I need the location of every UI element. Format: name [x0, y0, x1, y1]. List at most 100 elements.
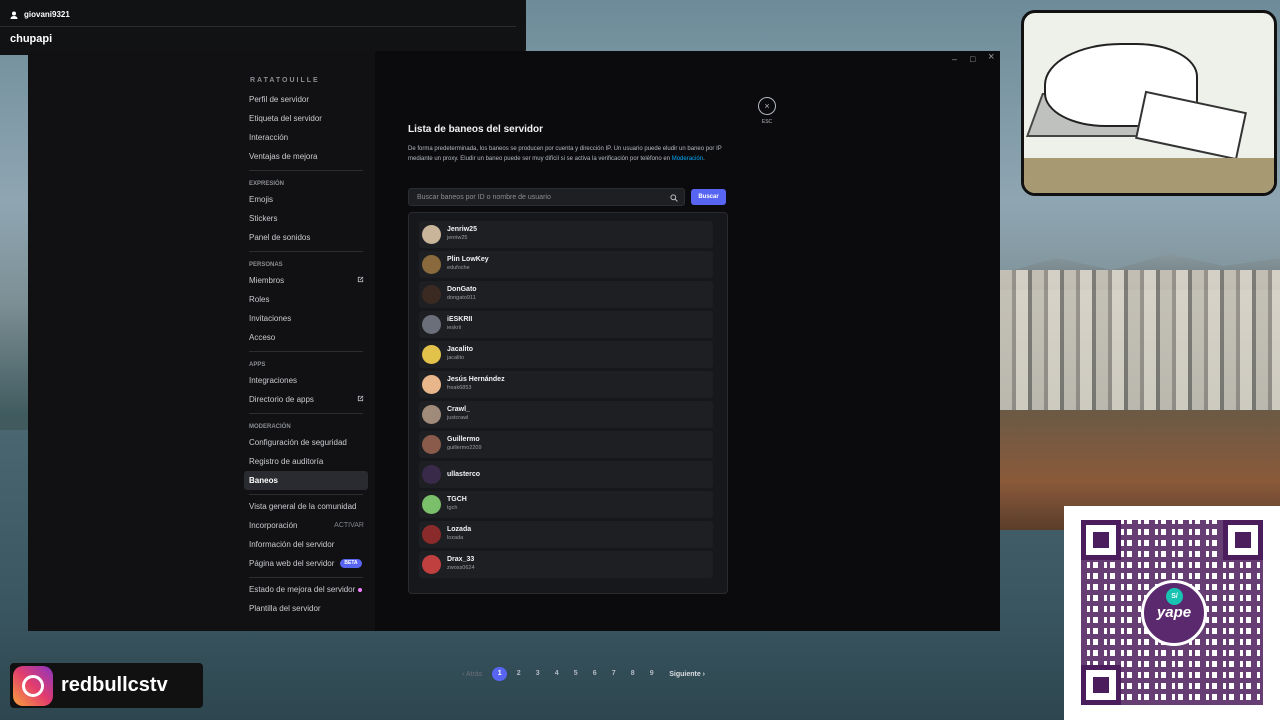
sidebar-item-informacion[interactable]: Información del servidor — [244, 535, 368, 554]
avatar — [422, 255, 441, 274]
next-page-button[interactable]: Siguiente › — [669, 671, 705, 678]
sidebar-item-interaccion[interactable]: Interacción — [244, 128, 368, 147]
popup-name: chupapi — [10, 33, 53, 45]
pagination: ‹ Atrás 123456789 Siguiente › — [462, 667, 705, 681]
ban-row[interactable]: Drax_33 zwoss0624 — [419, 551, 713, 578]
sidebar-item-acceso[interactable]: Acceso — [244, 328, 368, 347]
search-button[interactable]: Buscar — [691, 189, 726, 205]
activar-label: ACTIVAR — [334, 522, 364, 529]
ban-row[interactable]: Jenriw25 jenriw25 — [419, 221, 713, 248]
esc-close[interactable]: × ESC — [758, 97, 776, 125]
ban-display-name: Jacalito — [447, 346, 474, 353]
settings-window: – □ × RATATOUILLE Perfil de servidor Eti… — [28, 51, 1000, 681]
sidebar-item-invitaciones[interactable]: Invitaciones — [244, 309, 368, 328]
search-input[interactable]: Buscar baneos por ID o nombre de usuario — [408, 188, 685, 206]
sidebar-item-etiqueta[interactable]: Etiqueta del servidor — [244, 109, 368, 128]
avatar — [422, 435, 441, 454]
sidebar-item-auditoria[interactable]: Registro de auditoría — [244, 452, 368, 471]
ban-row[interactable]: TGCH tgch — [419, 491, 713, 518]
ban-row[interactable]: Plin LowKey edufoche — [419, 251, 713, 278]
page-number-button[interactable]: 7 — [606, 667, 621, 681]
ban-row[interactable]: Lozada lozada — [419, 521, 713, 548]
maximize-button[interactable]: □ — [970, 54, 975, 64]
sidebar-category-personas: PERSONAS — [249, 262, 283, 268]
sidebar-divider — [249, 577, 363, 578]
page-number-button[interactable]: 4 — [549, 667, 564, 681]
avatar — [422, 405, 441, 424]
prev-page-button[interactable]: ‹ Atrás — [462, 671, 482, 678]
page-number-button[interactable]: 1 — [492, 667, 508, 681]
ban-row[interactable]: ullasterco — [419, 461, 713, 488]
ban-row[interactable]: iESKRII ieskrii — [419, 311, 713, 338]
sidebar-item-miembros[interactable]: Miembros — [244, 271, 368, 290]
popup-username: giovani9321 — [24, 10, 70, 19]
minimize-button[interactable]: – — [952, 54, 957, 64]
sidebar-item-estado-mejora[interactable]: Estado de mejora del servidor — [244, 580, 368, 599]
ban-list: Jenriw25 jenriw25 Plin LowKey edufoche DonGa… — [408, 212, 728, 594]
yape-text: yape — [1156, 604, 1192, 621]
ban-row[interactable]: DonGato dongato911 — [419, 281, 713, 308]
ban-row[interactable]: Crawl_ justcrawl — [419, 401, 713, 428]
sidebar-item-ventajas[interactable]: Ventajas de mejora — [244, 147, 368, 166]
overlay-strip — [1024, 158, 1274, 193]
sidebar-divider — [249, 413, 363, 414]
ban-display-name: Drax_33 — [447, 556, 475, 563]
ban-display-name: iESKRII — [447, 316, 473, 323]
ban-username: freak6853 — [447, 385, 472, 391]
external-link-icon — [357, 395, 364, 402]
qr-finder — [1081, 520, 1121, 560]
ban-display-name: Jenriw25 — [447, 226, 477, 233]
ban-username: edufoche — [447, 265, 470, 271]
page-number-button[interactable]: 8 — [625, 667, 640, 681]
yape-badge: S/ — [1166, 588, 1183, 605]
sidebar-item-label: Página web del servidor — [249, 559, 335, 568]
beta-badge: BETA — [340, 559, 362, 569]
esc-label: ESC — [761, 119, 773, 125]
user-icon — [10, 11, 18, 19]
page-number-button[interactable]: 9 — [644, 667, 659, 681]
avatar — [422, 555, 441, 574]
sidebar-item-perfil[interactable]: Perfil de servidor — [244, 90, 368, 109]
sidebar-item-integraciones[interactable]: Integraciones — [244, 371, 368, 390]
sidebar-item-stickers[interactable]: Stickers — [244, 209, 368, 228]
moderation-link[interactable]: Moderación — [672, 156, 703, 162]
sidebar-item-sonidos[interactable]: Panel de sonidos — [244, 228, 368, 247]
sidebar-item-baneos[interactable]: Baneos — [244, 471, 368, 490]
ban-row[interactable]: Guillermo guillermo2209 — [419, 431, 713, 458]
sidebar-divider — [249, 494, 363, 495]
ban-username: guillermo2209 — [447, 445, 482, 451]
close-icon[interactable]: × — [758, 97, 776, 115]
sidebar-item-emojis[interactable]: Emojis — [244, 190, 368, 209]
search-placeholder: Buscar baneos por ID o nombre de usuario — [417, 194, 551, 201]
settings-sidebar: RATATOUILLE Perfil de servidor Etiqueta … — [28, 51, 375, 631]
page-number-button[interactable]: 3 — [530, 667, 545, 681]
avatar — [422, 465, 441, 484]
instagram-badge: redbullcstv — [10, 663, 203, 708]
instagram-icon — [13, 666, 53, 706]
sidebar-item-comunidad[interactable]: Vista general de la comunidad — [244, 497, 368, 516]
sidebar-item-label: Directorio de apps — [249, 395, 314, 404]
sidebar-item-seguridad[interactable]: Configuración de seguridad — [244, 433, 368, 452]
close-window-button[interactable]: × — [988, 51, 994, 63]
sidebar-item-incorporacion[interactable]: Incorporación ACTIVAR — [244, 516, 368, 535]
bans-panel: Lista de baneos del servidor De forma pr… — [408, 111, 728, 681]
search-icon — [670, 194, 678, 202]
description-end: . — [703, 155, 705, 162]
ban-row[interactable]: Jesús Hernández freak6853 — [419, 371, 713, 398]
ban-username: lozada — [447, 535, 464, 541]
sidebar-item-directorio[interactable]: Directorio de apps — [244, 390, 368, 409]
sidebar-item-label: Estado de mejora del servidor — [249, 585, 356, 594]
instagram-handle: redbullcstv — [61, 674, 168, 696]
sidebar-divider — [249, 251, 363, 252]
page-number-button[interactable]: 6 — [587, 667, 602, 681]
page-number-button[interactable]: 2 — [511, 667, 526, 681]
sidebar-item-plantilla[interactable]: Plantilla del servidor — [244, 599, 368, 618]
sidebar-category-moderacion: MODERACIÓN — [249, 424, 291, 430]
sidebar-item-label: Miembros — [249, 276, 285, 285]
sidebar-item-roles[interactable]: Roles — [244, 290, 368, 309]
avatar — [422, 525, 441, 544]
sidebar-item-pagina-web[interactable]: Página web del servidor BETA — [244, 554, 368, 573]
ban-row[interactable]: Jacalito jacalito — [419, 341, 713, 368]
sidebar-category-expresion: EXPRESIÓN — [249, 181, 285, 187]
page-number-button[interactable]: 5 — [568, 667, 583, 681]
